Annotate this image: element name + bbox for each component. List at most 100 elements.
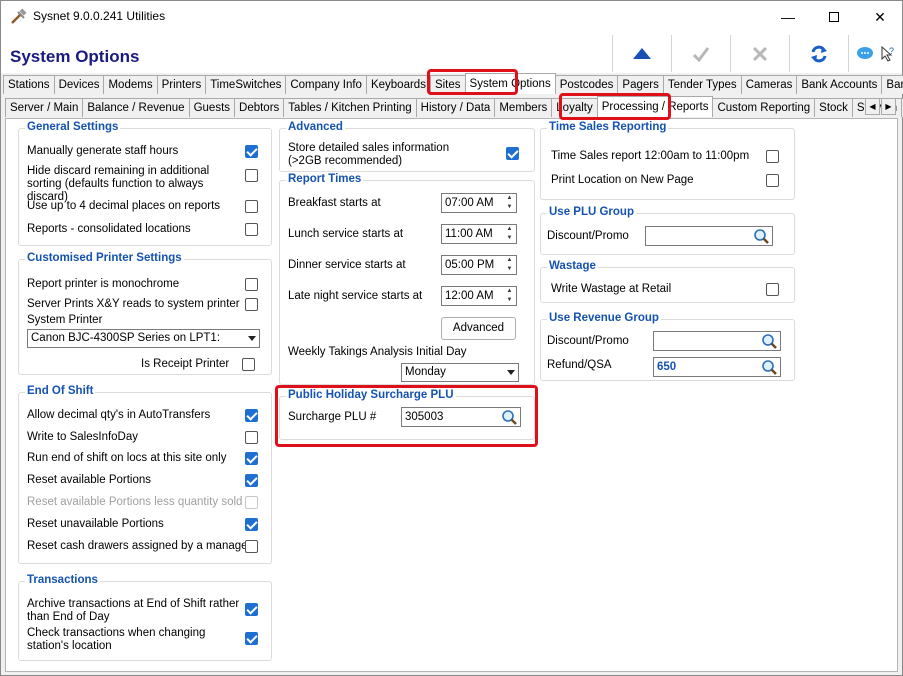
spin-icon[interactable]: ▲ ▼ [503, 194, 516, 212]
spin-icon[interactable]: ▲ ▼ [503, 256, 516, 274]
reset-cash-drawers-checkbox[interactable] [245, 540, 258, 553]
surcharge-plu-label: Surcharge PLU # [288, 411, 377, 423]
tab-stations[interactable]: Stations [3, 75, 55, 94]
subtab-guests[interactable]: Guests [188, 98, 236, 117]
print-location-checkbox[interactable] [766, 174, 779, 187]
salesinfoday-checkbox[interactable] [245, 431, 258, 444]
subtab-custom-reporting[interactable]: Custom Reporting [712, 98, 816, 117]
title-bar: Sysnet 9.0.0.241 Utilities — ✕ [1, 1, 902, 33]
consolidated-locations-checkbox[interactable] [245, 223, 258, 236]
minimize-button[interactable]: — [765, 1, 811, 33]
late-night-label: Late night service starts at [288, 290, 423, 302]
tab-cameras[interactable]: Cameras [740, 75, 798, 94]
close-button[interactable]: ✕ [857, 1, 903, 33]
search-icon[interactable] [761, 359, 778, 376]
tools-icon [11, 8, 27, 24]
advanced-button[interactable]: Advanced [441, 317, 516, 340]
check-transactions-checkbox[interactable] [245, 632, 258, 645]
tab-pagers[interactable]: Pagers [617, 75, 664, 94]
tab-keyboards[interactable]: Keyboards [365, 75, 431, 94]
options-panel: General Settings Manually generate staff… [5, 118, 898, 672]
tab-timeswitches[interactable]: TimeSwitches [205, 75, 287, 94]
subtab-loyalty[interactable]: Loyalty [551, 98, 598, 117]
check-transactions-label: Check transactions when changing station… [27, 627, 206, 652]
tab-scroll-left-button[interactable]: ◀ [865, 98, 880, 115]
subtab-members[interactable]: Members [494, 98, 553, 117]
system-printer-dropdown[interactable]: Canon BJC-4300SP Series on LPT1: [27, 329, 260, 348]
move-up-button[interactable] [612, 35, 670, 72]
xy-reads-checkbox[interactable] [245, 298, 258, 311]
weekly-initial-day-value: Monday [405, 366, 446, 378]
dinner-time-picker[interactable]: 05:00 PM ▲ ▼ [441, 255, 517, 275]
sub-tab-bar: Server / Main Balance / Revenue Guests Debt… [5, 96, 903, 117]
spin-icon[interactable]: ▲ ▼ [503, 287, 516, 305]
refresh-button[interactable] [789, 35, 847, 72]
tab-postcodes[interactable]: Postcodes [554, 75, 619, 94]
general-item-label: Manually generate staff hours [27, 145, 179, 157]
wastage-title: Wastage [547, 260, 598, 272]
confirm-button[interactable] [671, 35, 729, 72]
system-printer-label: System Printer [27, 314, 103, 326]
run-eos-site-only-checkbox[interactable] [245, 452, 258, 465]
late-night-time-picker[interactable]: 12:00 AM ▲ ▼ [441, 286, 517, 306]
end-of-shift-group: End Of Shift Allow decimal qty's in Auto… [18, 385, 272, 564]
reset-available-portions-checkbox[interactable] [245, 474, 258, 487]
subtab-processing-reports[interactable]: Processing / Reports [596, 96, 714, 117]
spin-icon[interactable]: ▲ ▼ [503, 225, 516, 243]
tab-system-options[interactable]: System Options [464, 73, 556, 94]
weekly-takings-label: Weekly Takings Analysis Initial Day [288, 346, 467, 358]
tab-modems[interactable]: Modems [103, 75, 158, 94]
help-pointer-icon[interactable]: ? [880, 45, 896, 63]
lunch-time-picker[interactable]: 11:00 AM ▲ ▼ [441, 224, 517, 244]
archive-transactions-checkbox[interactable] [245, 603, 258, 616]
search-icon[interactable] [501, 409, 518, 426]
revenue-group-title: Use Revenue Group [547, 312, 661, 324]
breakfast-time-picker[interactable]: 07:00 AM ▲ ▼ [441, 193, 517, 213]
advanced-title: Advanced [286, 121, 345, 133]
general-settings-group: General Settings Manually generate staff… [18, 121, 272, 246]
reset-unavailable-portions-checkbox[interactable] [245, 518, 258, 531]
four-decimal-places-checkbox[interactable] [245, 200, 258, 213]
receipt-printer-checkbox[interactable] [242, 358, 255, 371]
refund-input[interactable]: 650 [653, 357, 781, 377]
weekly-initial-day-dropdown[interactable]: Monday [401, 363, 519, 382]
subtab-history-data[interactable]: History / Data [415, 98, 496, 117]
eos-item-label: Reset available Portions [27, 474, 152, 486]
system-printer-value: Canon BJC-4300SP Series on LPT1: [31, 332, 221, 344]
monochrome-checkbox[interactable] [245, 278, 258, 291]
tab-devices[interactable]: Devices [53, 75, 105, 94]
wastage-checkbox[interactable] [766, 283, 779, 296]
detailed-sales-checkbox[interactable] [506, 147, 519, 160]
end-of-shift-title: End Of Shift [25, 385, 96, 397]
maximize-button[interactable] [811, 1, 857, 33]
tab-company-info[interactable]: Company Info [285, 75, 367, 94]
subtab-stock[interactable]: Stock [814, 98, 853, 117]
general-item-label: Use up to 4 decimal places on reports [27, 200, 221, 212]
search-icon[interactable] [761, 333, 778, 350]
time-sales-report-label: Time Sales report 12:00am to 11:00pm [551, 150, 750, 162]
tab-barilliant[interactable]: Barilliant [881, 75, 903, 94]
tab-tender-types[interactable]: Tender Types [662, 75, 742, 94]
tab-bank-accounts[interactable]: Bank Accounts [796, 75, 883, 94]
decimal-qty-checkbox[interactable] [245, 409, 258, 422]
tab-printers[interactable]: Printers [156, 75, 207, 94]
revenue-discount-input[interactable] [653, 331, 781, 351]
subtab-server-main[interactable]: Server / Main [5, 98, 84, 117]
search-icon[interactable] [753, 228, 770, 245]
hide-discard-checkbox[interactable] [245, 169, 258, 182]
tab-sites[interactable]: Sites [429, 75, 466, 94]
eos-item-label: Run end of shift on locs at this site on… [27, 452, 227, 464]
plu-discount-input[interactable] [645, 226, 773, 246]
subtab-debtors[interactable]: Debtors [234, 98, 285, 117]
window-title: Sysnet 9.0.0.241 Utilities [33, 9, 166, 23]
eos-item-label: Reset unavailable Portions [27, 518, 164, 530]
surcharge-plu-input[interactable]: 305003 [401, 407, 521, 427]
time-sales-report-checkbox[interactable] [766, 150, 779, 163]
manually-generate-staff-hours-checkbox[interactable] [245, 145, 258, 158]
time-sales-group: Time Sales Reporting Time Sales report 1… [540, 121, 795, 200]
tab-scroll-right-button[interactable]: ▶ [881, 98, 896, 115]
chat-icon[interactable] [856, 46, 874, 62]
cancel-button[interactable] [730, 35, 788, 72]
subtab-balance-revenue[interactable]: Balance / Revenue [82, 98, 190, 117]
subtab-tables-kitchen-printing[interactable]: Tables / Kitchen Printing [283, 98, 417, 117]
